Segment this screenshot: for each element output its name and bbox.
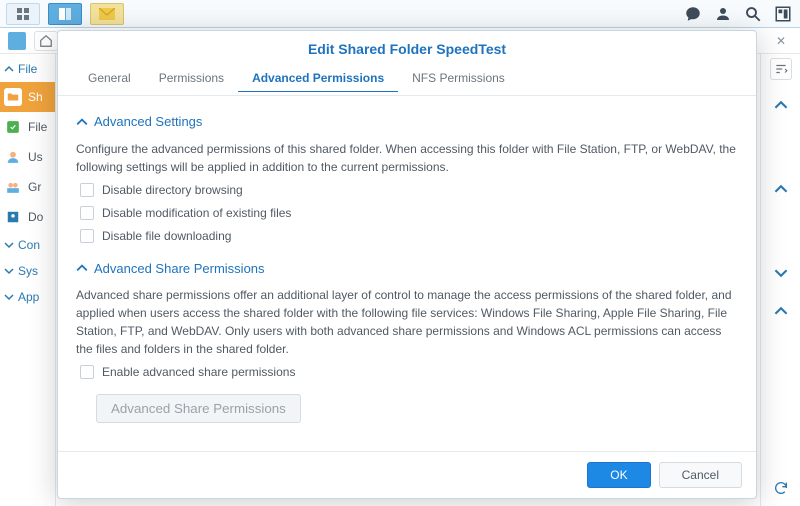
collapse-icon[interactable] <box>774 182 788 196</box>
dialog-footer: OK Cancel <box>58 451 756 498</box>
sidebar-item-label: Us <box>28 150 43 164</box>
checkbox-disable-modification[interactable]: Disable modification of existing files <box>80 204 738 222</box>
group-icon <box>4 178 22 196</box>
sidebar-item-shared[interactable]: Sh <box>0 82 55 112</box>
section-description: Configure the advanced permissions of th… <box>76 140 738 176</box>
right-gutter <box>760 54 800 506</box>
widget-icon[interactable] <box>772 3 794 25</box>
refresh-icon[interactable] <box>773 480 789 496</box>
taskbar-apps-icon[interactable] <box>6 3 40 25</box>
sidebar-group-app[interactable]: App <box>0 284 55 310</box>
search-icon[interactable] <box>742 3 764 25</box>
ok-button[interactable]: OK <box>587 462 650 488</box>
sidebar-group-label: Con <box>18 238 40 252</box>
chevron-up-icon <box>76 262 88 274</box>
taskbar-left <box>6 3 124 25</box>
checkbox-label: Disable directory browsing <box>102 181 243 199</box>
sidebar-group-label: File <box>18 62 37 76</box>
sidebar-group-sys[interactable]: Sys <box>0 258 55 284</box>
checkbox-disable-browsing[interactable]: Disable directory browsing <box>80 181 738 199</box>
cancel-button[interactable]: Cancel <box>659 462 742 488</box>
chat-icon[interactable] <box>682 3 704 25</box>
checkbox-enable-adv-share[interactable]: Enable advanced share permissions <box>80 363 738 381</box>
section-title: Advanced Settings <box>94 112 202 132</box>
tab-advanced-permissions[interactable]: Advanced Permissions <box>238 63 398 95</box>
sidebar-item-domain[interactable]: Do <box>0 202 55 232</box>
taskbar <box>0 0 800 28</box>
sidebar-group-label: App <box>18 290 39 304</box>
dialog-title: Edit Shared Folder SpeedTest <box>58 31 756 63</box>
sidebar-item-label: Gr <box>28 180 41 194</box>
checkbox-icon <box>80 183 94 197</box>
tab-permissions[interactable]: Permissions <box>145 63 238 95</box>
user-small-icon <box>4 148 22 166</box>
section-description: Advanced share permissions offer an addi… <box>76 286 738 358</box>
tab-general[interactable]: General <box>74 63 145 95</box>
sidebar-item-groups[interactable]: Gr <box>0 172 55 202</box>
section-advanced-share[interactable]: Advanced Share Permissions <box>76 259 738 279</box>
sidebar-item-label: Do <box>28 210 43 224</box>
sidebar-item-label: Sh <box>28 90 43 104</box>
checkbox-icon <box>80 229 94 243</box>
checkbox-label: Enable advanced share permissions <box>102 363 295 381</box>
taskbar-mail-icon[interactable] <box>90 3 124 25</box>
home-button[interactable] <box>34 31 58 51</box>
sort-button[interactable] <box>770 58 792 80</box>
app-icon <box>8 32 26 50</box>
checkbox-label: Disable modification of existing files <box>102 204 291 222</box>
file-icon <box>4 118 22 136</box>
advanced-share-permissions-button: Advanced Share Permissions <box>96 394 301 423</box>
checkbox-label: Disable file downloading <box>102 227 231 245</box>
user-icon[interactable] <box>712 3 734 25</box>
collapse-icon[interactable] <box>774 98 788 112</box>
domain-icon <box>4 208 22 226</box>
collapse-icon[interactable] <box>774 304 788 318</box>
sidebar-item-label: File <box>28 120 47 134</box>
sidebar-group-con[interactable]: Con <box>0 232 55 258</box>
checkbox-disable-download[interactable]: Disable file downloading <box>80 227 738 245</box>
section-advanced-settings[interactable]: Advanced Settings <box>76 112 738 132</box>
sidebar: File Sh File Us Gr Do Con Sys <box>0 54 56 506</box>
edit-shared-folder-dialog: Edit Shared Folder SpeedTest General Per… <box>57 30 757 499</box>
sidebar-item-users[interactable]: Us <box>0 142 55 172</box>
dialog-tabs: General Permissions Advanced Permissions… <box>58 63 756 96</box>
sidebar-item-file[interactable]: File <box>0 112 55 142</box>
expand-icon[interactable] <box>774 266 788 280</box>
taskbar-right <box>682 3 794 25</box>
sidebar-group-file[interactable]: File <box>0 56 55 82</box>
taskbar-filestation-icon[interactable] <box>48 3 82 25</box>
checkbox-icon <box>80 365 94 379</box>
sidebar-group-label: Sys <box>18 264 38 278</box>
tab-nfs-permissions[interactable]: NFS Permissions <box>398 63 519 95</box>
folder-icon <box>4 88 22 106</box>
close-icon[interactable]: ✕ <box>770 34 792 48</box>
chevron-up-icon <box>76 116 88 128</box>
checkbox-icon <box>80 206 94 220</box>
section-title: Advanced Share Permissions <box>94 259 265 279</box>
dialog-body: Advanced Settings Configure the advanced… <box>58 96 756 451</box>
